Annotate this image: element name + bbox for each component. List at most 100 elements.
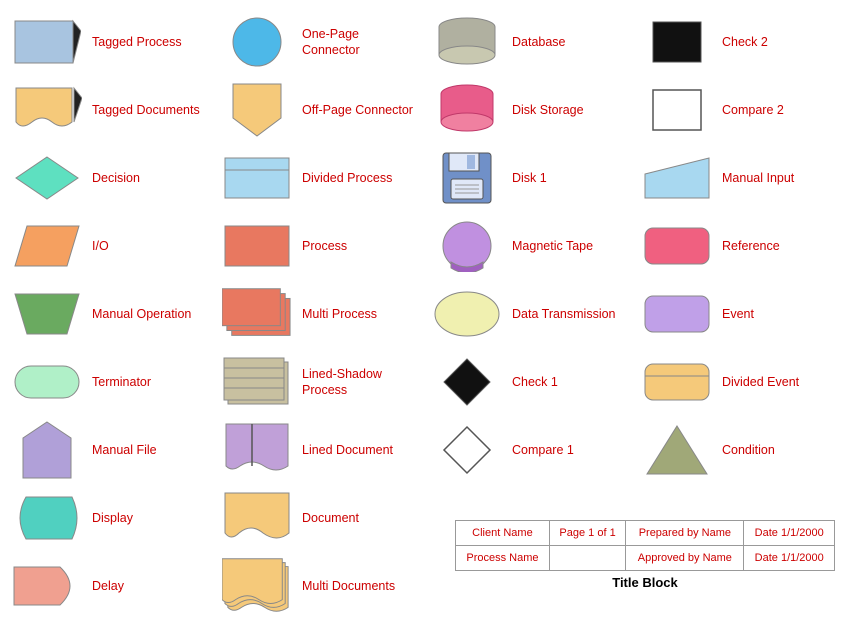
- cell-check2: Check 2: [634, 8, 845, 76]
- cell-condition: Condition: [634, 416, 845, 484]
- cell-database: Database: [424, 8, 634, 76]
- label-reference: Reference: [722, 238, 780, 254]
- title-cell-date1: Date 1/1/2000: [744, 521, 835, 546]
- shape-manual-file: [12, 424, 82, 476]
- label-disk-storage: Disk Storage: [512, 102, 584, 118]
- title-cell-prepared-by: Prepared by Name: [626, 521, 744, 546]
- shape-condition: [642, 424, 712, 476]
- shape-check1: [432, 356, 502, 408]
- title-cell-page: Page 1 of 1: [549, 521, 625, 546]
- label-database: Database: [512, 34, 566, 50]
- shape-data-transmission: [432, 288, 502, 340]
- shape-off-page-connector: [222, 84, 292, 136]
- cell-manual-file: Manual File: [4, 416, 214, 484]
- cell-divided-event: Divided Event: [634, 348, 845, 416]
- shape-one-page-connector: [222, 16, 292, 68]
- label-check1: Check 1: [512, 374, 558, 390]
- label-divided-event: Divided Event: [722, 374, 799, 390]
- label-manual-input: Manual Input: [722, 170, 794, 186]
- cell-disk1: Disk 1: [424, 144, 634, 212]
- cell-check1: Check 1: [424, 348, 634, 416]
- cell-multi-documents: Multi Documents: [214, 552, 424, 620]
- cell-tagged-documents: Tagged Documents: [4, 76, 214, 144]
- label-compare2: Compare 2: [722, 102, 784, 118]
- shape-magnetic-tape: [432, 220, 502, 272]
- cell-magnetic-tape: Magnetic Tape: [424, 212, 634, 280]
- cell-display: Display: [4, 484, 214, 552]
- label-one-page-connector: One-Page Connector: [302, 26, 416, 59]
- cell-one-page-connector: One-Page Connector: [214, 8, 424, 76]
- title-block-area: Client Name Page 1 of 1 Prepared by Name…: [455, 520, 835, 590]
- label-magnetic-tape: Magnetic Tape: [512, 238, 593, 254]
- shape-io: [12, 220, 82, 272]
- label-data-transmission: Data Transmission: [512, 306, 616, 322]
- shape-delay: [12, 560, 82, 612]
- label-document: Document: [302, 510, 359, 526]
- cell-process: Process: [214, 212, 424, 280]
- label-check2: Check 2: [722, 34, 768, 50]
- shape-reference: [642, 220, 712, 272]
- cell-lined-document: Lined Document: [214, 416, 424, 484]
- title-cell-date2: Date 1/1/2000: [744, 546, 835, 571]
- shape-tagged-documents: [12, 84, 82, 136]
- title-block-label: Title Block: [455, 575, 835, 590]
- shape-lined-shadow-process: [222, 356, 292, 408]
- label-condition: Condition: [722, 442, 775, 458]
- cell-compare2: Compare 2: [634, 76, 845, 144]
- shape-compare1: [432, 424, 502, 476]
- shape-multi-process: [222, 288, 292, 340]
- shape-lined-document: [222, 424, 292, 476]
- label-manual-file: Manual File: [92, 442, 157, 458]
- cell-document: Document: [214, 484, 424, 552]
- label-terminator: Terminator: [92, 374, 151, 390]
- shape-decision: [12, 152, 82, 204]
- label-divided-process: Divided Process: [302, 170, 392, 186]
- cell-manual-operation: Manual Operation: [4, 280, 214, 348]
- label-display: Display: [92, 510, 133, 526]
- shape-tagged-process: [12, 16, 82, 68]
- title-cell-client-name: Client Name: [456, 521, 550, 546]
- shape-event: [642, 288, 712, 340]
- shape-disk-storage: [432, 84, 502, 136]
- label-compare1: Compare 1: [512, 442, 574, 458]
- label-decision: Decision: [92, 170, 140, 186]
- shape-terminator: [12, 356, 82, 408]
- label-lined-document: Lined Document: [302, 442, 393, 458]
- shape-display: [12, 492, 82, 544]
- shape-document: [222, 492, 292, 544]
- cell-divided-process: Divided Process: [214, 144, 424, 212]
- label-event: Event: [722, 306, 754, 322]
- cell-off-page-connector: Off-Page Connector: [214, 76, 424, 144]
- label-multi-process: Multi Process: [302, 306, 377, 322]
- title-cell-approved-by: Approved by Name: [626, 546, 744, 571]
- label-lined-shadow-process: Lined-Shadow Process: [302, 366, 416, 399]
- shape-multi-documents: [222, 560, 292, 612]
- label-delay: Delay: [92, 578, 124, 594]
- label-multi-documents: Multi Documents: [302, 578, 395, 594]
- label-process: Process: [302, 238, 347, 254]
- cell-delay: Delay: [4, 552, 214, 620]
- cell-lined-shadow-process: Lined-Shadow Process: [214, 348, 424, 416]
- label-io: I/O: [92, 238, 109, 254]
- cell-decision: Decision: [4, 144, 214, 212]
- cell-compare1: Compare 1: [424, 416, 634, 484]
- shape-divided-process: [222, 152, 292, 204]
- cell-disk-storage: Disk Storage: [424, 76, 634, 144]
- cell-event: Event: [634, 280, 845, 348]
- label-manual-operation: Manual Operation: [92, 306, 191, 322]
- label-tagged-process: Tagged Process: [92, 34, 182, 50]
- cell-terminator: Terminator: [4, 348, 214, 416]
- cell-io: I/O: [4, 212, 214, 280]
- title-cell-empty: [549, 546, 625, 571]
- cell-manual-input: Manual Input: [634, 144, 845, 212]
- shape-manual-input: [642, 152, 712, 204]
- shape-check2: [642, 16, 712, 68]
- cell-data-transmission: Data Transmission: [424, 280, 634, 348]
- title-table: Client Name Page 1 of 1 Prepared by Name…: [455, 520, 835, 571]
- shape-database: [432, 16, 502, 68]
- label-tagged-documents: Tagged Documents: [92, 102, 200, 118]
- cell-multi-process: Multi Process: [214, 280, 424, 348]
- label-disk1: Disk 1: [512, 170, 547, 186]
- shape-process: [222, 220, 292, 272]
- label-off-page-connector: Off-Page Connector: [302, 102, 413, 118]
